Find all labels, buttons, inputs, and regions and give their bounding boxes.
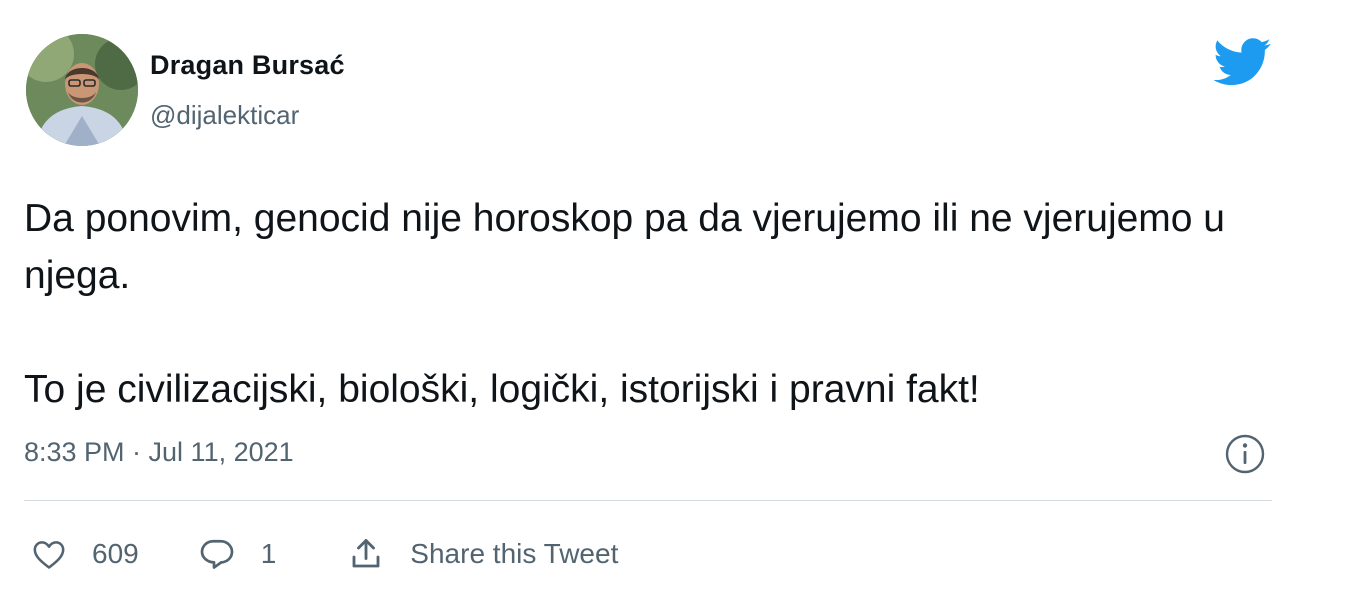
heart-icon (32, 538, 66, 570)
tweet-paragraph: Da ponovim, genocid nije horoskop pa da … (24, 197, 1226, 297)
reply-button[interactable]: 1 (199, 537, 277, 571)
tweet-actions: 609 1 Share this Tweet (32, 530, 618, 578)
share-button[interactable]: Share this Tweet (348, 536, 618, 572)
like-button[interactable]: 609 (32, 538, 139, 570)
author-handle[interactable]: @dijalekticar (150, 100, 299, 131)
tweet-paragraph: To je civilizacijski, biološki, logički,… (24, 368, 980, 411)
avatar-photo (26, 34, 138, 146)
share-icon (348, 536, 384, 572)
reply-count: 1 (260, 538, 277, 569)
divider (24, 500, 1272, 501)
tweet-card: Dragan Bursać @dijalekticar Da ponovim, … (0, 0, 1300, 600)
speech-bubble-icon (199, 537, 235, 571)
like-count: 609 (92, 538, 139, 569)
share-label: Share this Tweet (410, 538, 619, 569)
tweet-body: Da ponovim, genocid nije horoskop pa da … (24, 190, 1274, 418)
twitter-bird-icon[interactable] (1213, 38, 1272, 86)
info-icon[interactable] (1223, 432, 1267, 476)
tweet-timestamp[interactable]: 8:33 PM · Jul 11, 2021 (24, 437, 294, 468)
avatar[interactable] (26, 34, 138, 146)
author-display-name[interactable]: Dragan Bursać (150, 50, 345, 81)
